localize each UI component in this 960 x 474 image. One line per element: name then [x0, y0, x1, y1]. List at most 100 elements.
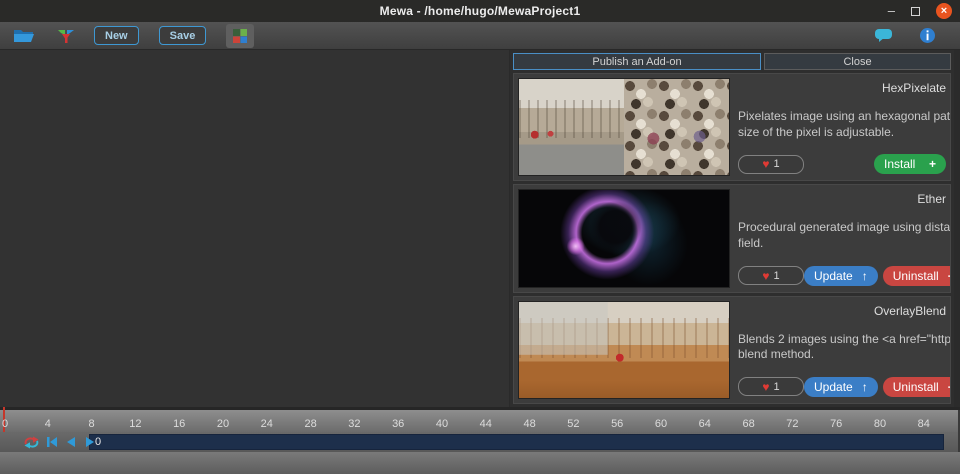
- ruler-tick-label: 84: [918, 418, 930, 430]
- close-window-button[interactable]: ×: [936, 3, 952, 19]
- folder-open-icon: [13, 28, 35, 44]
- addon-thumbnail-overlayblend: [518, 301, 730, 399]
- step-forward-button[interactable]: [84, 436, 96, 448]
- ruler-tick-label: 48: [523, 418, 535, 430]
- button-label: Update: [814, 380, 853, 394]
- uninstall-button[interactable]: Uninstall −: [883, 266, 951, 286]
- update-button[interactable]: Update ↑: [804, 266, 878, 286]
- ruler-tick-label: 64: [699, 418, 711, 430]
- button-label: Uninstall: [893, 269, 939, 283]
- chat-button[interactable]: [874, 28, 893, 43]
- ruler-tick-label: 72: [786, 418, 798, 430]
- transport-controls: [24, 436, 96, 449]
- timeline-ruler[interactable]: 0481216202428323640444852566064687276808…: [0, 410, 960, 432]
- addon-card-ether: Ether Procedural generated image using d…: [513, 184, 951, 292]
- addon-action-buttons: Install +: [874, 154, 946, 174]
- heart-icon: ♥: [762, 381, 769, 393]
- thumbnail-original-half: [519, 79, 624, 175]
- addon-actions: ♥ 1 Install +: [738, 154, 946, 174]
- addon-action-buttons: Update ↑ Uninstall −: [804, 266, 951, 286]
- addon-thumbnail-hexpixelate: [518, 78, 730, 176]
- step-forward-icon: [84, 436, 96, 448]
- description-line: size of the pixel is adjustable.: [738, 125, 946, 141]
- addon-blocks-icon: [232, 28, 248, 44]
- minimize-button[interactable]: –: [888, 6, 895, 16]
- timeline-bottom-area: [0, 452, 960, 474]
- ruler-tick-label: 52: [567, 418, 579, 430]
- button-label: Update: [814, 269, 853, 283]
- like-count: 1: [774, 158, 780, 170]
- button-label: Uninstall: [893, 380, 939, 394]
- addon-description: Procedural generated image using distanc…: [738, 220, 946, 251]
- filter-funnel-icon: [57, 28, 75, 44]
- ruler-tick-label: 20: [217, 418, 229, 430]
- like-button[interactable]: ♥ 1: [738, 266, 804, 285]
- publish-addon-button[interactable]: Publish an Add-on: [513, 53, 761, 70]
- like-button[interactable]: ♥ 1: [738, 155, 804, 174]
- window-controls: – ×: [888, 0, 952, 22]
- loop-playback-button[interactable]: [24, 436, 39, 449]
- description-line: field.: [738, 236, 946, 252]
- heart-icon: ♥: [762, 270, 769, 282]
- description-line: Pixelates image using an hexagonal patte…: [738, 109, 946, 125]
- up-arrow-icon: ↑: [862, 269, 868, 283]
- uninstall-button[interactable]: Uninstall −: [883, 377, 951, 397]
- description-line: Blends 2 images using the <a href="https…: [738, 332, 946, 348]
- ruler-tick-label: 28: [304, 418, 316, 430]
- ruler-tick-label: 0: [2, 418, 8, 430]
- install-button[interactable]: Install +: [874, 154, 946, 174]
- like-count: 1: [774, 270, 780, 282]
- app-window: Mewa - /home/hugo/MewaProject1 – × New S…: [0, 0, 960, 474]
- minus-icon: −: [948, 269, 951, 283]
- window-title: Mewa - /home/hugo/MewaProject1: [380, 4, 581, 18]
- description-line: Procedural generated image using distanc…: [738, 220, 946, 236]
- new-button[interactable]: New: [94, 26, 139, 45]
- editor-canvas[interactable]: [0, 50, 510, 407]
- addons-panel-content: Publish an Add-on Close HexPixelate Pixe…: [510, 50, 954, 407]
- addon-card-body: HexPixelate Pixelates image using an hex…: [738, 78, 946, 176]
- heart-icon: ♥: [762, 158, 769, 170]
- ruler-tick-label: 12: [129, 418, 141, 430]
- addon-description: Blends 2 images using the <a href="https…: [738, 332, 946, 363]
- ruler-tick-label: 8: [89, 418, 95, 430]
- addon-actions: ♥ 1 Update ↑ Uninstall −: [738, 377, 946, 397]
- addon-name: OverlayBlend: [738, 304, 946, 318]
- plus-icon: +: [929, 157, 936, 171]
- info-circle-icon: [919, 27, 936, 44]
- ruler-tick-label: 32: [348, 418, 360, 430]
- addons-panel-header: Publish an Add-on Close: [513, 53, 951, 70]
- ruler-tick-label: 80: [874, 418, 886, 430]
- addon-card-overlayblend: OverlayBlend Blends 2 images using the <…: [513, 296, 951, 404]
- step-back-icon: [65, 436, 77, 448]
- titlebar: Mewa - /home/hugo/MewaProject1 – ×: [0, 0, 960, 22]
- ruler-tick-label: 76: [830, 418, 842, 430]
- addon-thumbnail-ether: [518, 189, 730, 287]
- open-project-button[interactable]: [10, 24, 38, 48]
- addons-panel: Publish an Add-on Close HexPixelate Pixe…: [510, 50, 960, 407]
- timeline-track[interactable]: 0: [89, 434, 944, 450]
- ruler-tick-label: 56: [611, 418, 623, 430]
- ruler-tick-label: 36: [392, 418, 404, 430]
- addon-action-buttons: Update ↑ Uninstall −: [804, 377, 951, 397]
- addon-name: HexPixelate: [738, 81, 946, 95]
- step-back-button[interactable]: [65, 436, 77, 448]
- speech-bubble-icon: [874, 28, 893, 43]
- ruler-tick-label: 4: [45, 418, 51, 430]
- addon-card-body: OverlayBlend Blends 2 images using the <…: [738, 301, 946, 399]
- ruler-tick-label: 60: [655, 418, 667, 430]
- info-button[interactable]: [919, 27, 936, 44]
- loop-icon: [24, 436, 39, 449]
- like-button[interactable]: ♥ 1: [738, 377, 804, 396]
- save-button[interactable]: Save: [159, 26, 207, 45]
- addon-card-hexpixelate: HexPixelate Pixelates image using an hex…: [513, 73, 951, 181]
- update-button[interactable]: Update ↑: [804, 377, 878, 397]
- skip-to-start-button[interactable]: [46, 436, 58, 448]
- maximize-button[interactable]: [911, 7, 920, 16]
- button-label: Install: [884, 157, 915, 171]
- skip-start-icon: [46, 436, 58, 448]
- toolbar: New Save: [0, 22, 960, 50]
- close-panel-button[interactable]: Close: [764, 53, 951, 70]
- ruler-tick-label: 40: [436, 418, 448, 430]
- filters-button[interactable]: [52, 24, 80, 48]
- addons-button[interactable]: [226, 24, 254, 48]
